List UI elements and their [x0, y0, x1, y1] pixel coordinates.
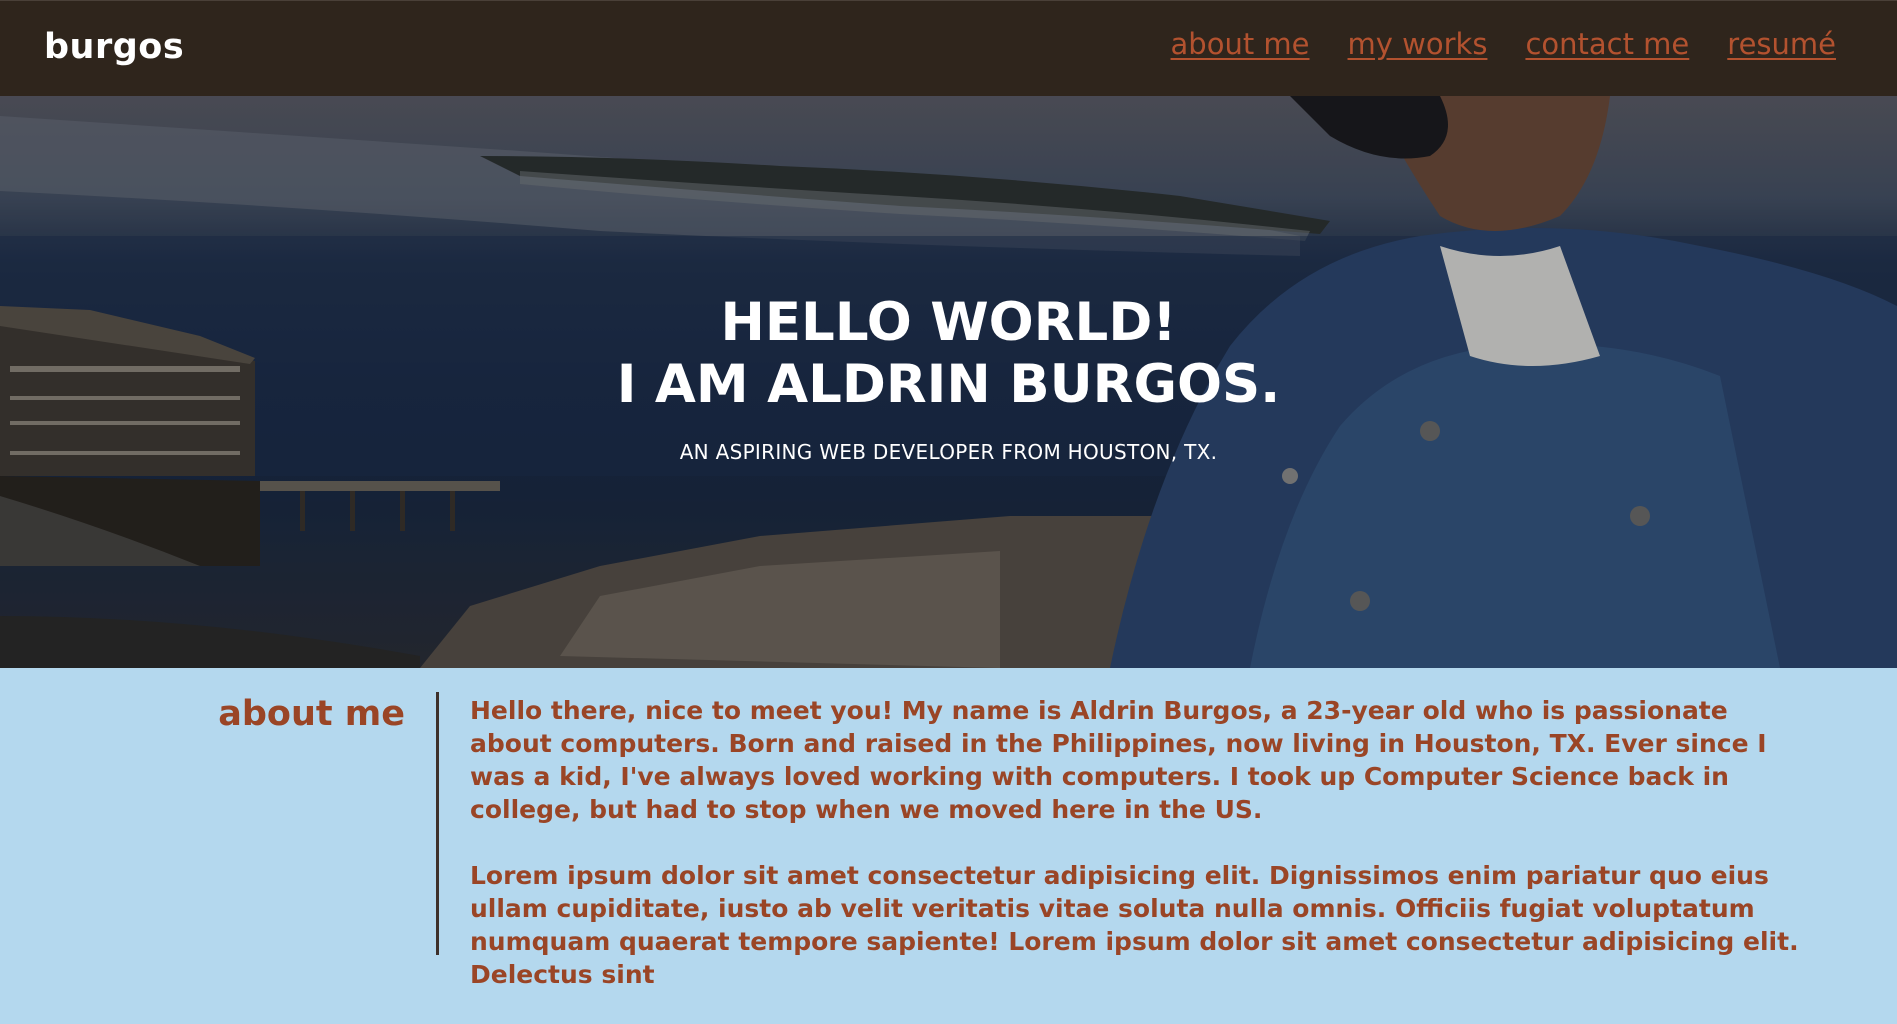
hero-title-line-1: HELLO WORLD!: [720, 292, 1177, 353]
about-divider: [436, 692, 439, 955]
navbar: burgos about me my works contact me resu…: [0, 0, 1897, 96]
hero-title: HELLO WORLD! I AM ALDRIN BURGOS.: [0, 292, 1897, 416]
brand-logo[interactable]: burgos: [44, 27, 184, 67]
nav-link-contact-me[interactable]: contact me: [1525, 27, 1689, 61]
about-paragraph-2: Lorem ipsum dolor sit amet consectetur a…: [470, 861, 1799, 989]
hero-subtitle: AN ASPIRING WEB DEVELOPER FROM HOUSTON, …: [679, 440, 1218, 464]
nav-link-about-me[interactable]: about me: [1171, 27, 1310, 61]
nav-link-resume[interactable]: resumé: [1727, 27, 1836, 61]
about-section: about me Hello there, nice to meet you! …: [0, 668, 1897, 989]
about-body: Hello there, nice to meet you! My name i…: [470, 694, 1800, 1024]
hero-title-line-2: I AM ALDRIN BURGOS.: [616, 354, 1281, 415]
about-paragraph-1: Hello there, nice to meet you! My name i…: [470, 696, 1767, 824]
nav-link-my-works[interactable]: my works: [1348, 27, 1488, 61]
about-heading: about me: [218, 694, 405, 734]
nav-links: about me my works contact me resumé: [1171, 27, 1836, 61]
hero-section: HELLO WORLD! I AM ALDRIN BURGOS. AN ASPI…: [0, 96, 1897, 668]
